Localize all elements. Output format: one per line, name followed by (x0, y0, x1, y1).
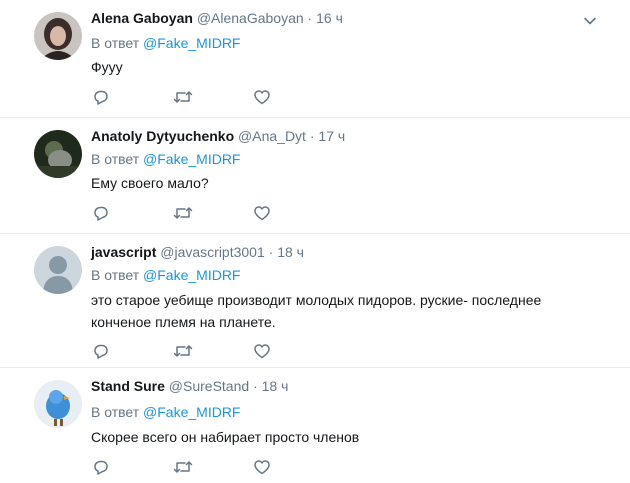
tweet[interactable]: Stand Sure @SureStand · 18 ч В ответ @Fa… (0, 368, 630, 483)
reply-prefix: В ответ (91, 151, 140, 167)
like-icon[interactable] (253, 204, 271, 222)
display-name[interactable]: Stand Sure (91, 378, 165, 394)
reply-prefix: В ответ (91, 35, 140, 51)
avatar[interactable] (34, 246, 82, 294)
reply-prefix: В ответ (91, 404, 140, 420)
reply-context: В ответ @Fake_MIDRF (91, 404, 240, 420)
username[interactable]: @javascript3001 (160, 244, 265, 260)
retweet-icon[interactable] (173, 342, 193, 360)
display-name[interactable]: Alena Gaboyan (91, 10, 193, 26)
avatar[interactable] (34, 130, 82, 178)
timestamp[interactable]: 18 ч (262, 378, 289, 394)
timestamp[interactable]: 17 ч (318, 128, 345, 144)
separator: · (268, 244, 274, 260)
retweet-icon[interactable] (173, 204, 193, 222)
tweet[interactable]: javascript @javascript3001 · 18 ч В отве… (0, 234, 630, 368)
like-icon[interactable] (253, 458, 271, 476)
tweet-text: Скорее всего он набирает просто членов (91, 429, 360, 445)
reply-context: В ответ @Fake_MIDRF (91, 267, 240, 283)
retweet-icon[interactable] (173, 458, 193, 476)
tweet-header: Stand Sure @SureStand · 18 ч (91, 378, 288, 394)
tweet-text: Ему своего мало? (91, 175, 209, 191)
avatar[interactable] (34, 380, 82, 428)
tweet-header: Alena Gaboyan @AlenaGaboyan · 16 ч (91, 10, 343, 26)
username[interactable]: @SureStand (169, 378, 249, 394)
tweet[interactable]: Anatoly Dytyuchenko @Ana_Dyt · 17 ч В от… (0, 118, 630, 234)
reply-context: В ответ @Fake_MIDRF (91, 151, 240, 167)
retweet-icon[interactable] (173, 88, 193, 106)
tweet-text: Фууу (91, 59, 123, 75)
like-icon[interactable] (253, 342, 271, 360)
display-name[interactable]: Anatoly Dytyuchenko (91, 128, 234, 144)
tweet[interactable]: Alena Gaboyan @AlenaGaboyan · 16 ч В отв… (0, 0, 630, 118)
reply-mention-link[interactable]: @Fake_MIDRF (143, 151, 240, 167)
separator: · (309, 128, 315, 144)
like-icon[interactable] (253, 88, 271, 106)
reply-icon[interactable] (92, 342, 110, 360)
reply-icon[interactable] (92, 458, 110, 476)
tweet-header: javascript @javascript3001 · 18 ч (91, 244, 304, 260)
reply-prefix: В ответ (91, 267, 140, 283)
avatar[interactable] (34, 12, 82, 60)
tweet-text-line: конченое племя на планете. (91, 314, 276, 330)
reply-context: В ответ @Fake_MIDRF (91, 35, 240, 51)
separator: · (307, 10, 313, 26)
tweet-header: Anatoly Dytyuchenko @Ana_Dyt · 17 ч (91, 128, 345, 144)
timestamp[interactable]: 16 ч (316, 10, 343, 26)
reply-icon[interactable] (92, 204, 110, 222)
username[interactable]: @Ana_Dyt (238, 128, 306, 144)
timestamp[interactable]: 18 ч (277, 244, 304, 260)
caret-down-icon[interactable] (583, 14, 597, 28)
display-name[interactable]: javascript (91, 244, 156, 260)
separator: · (253, 378, 258, 394)
reply-mention-link[interactable]: @Fake_MIDRF (143, 35, 240, 51)
tweet-text-line: это старое уебище производит молодых пид… (91, 292, 542, 308)
username[interactable]: @AlenaGaboyan (197, 10, 304, 26)
reply-mention-link[interactable]: @Fake_MIDRF (143, 404, 240, 420)
reply-mention-link[interactable]: @Fake_MIDRF (143, 267, 240, 283)
tweet-text: это старое уебище производит молодых пид… (91, 290, 571, 332)
reply-icon[interactable] (92, 88, 110, 106)
